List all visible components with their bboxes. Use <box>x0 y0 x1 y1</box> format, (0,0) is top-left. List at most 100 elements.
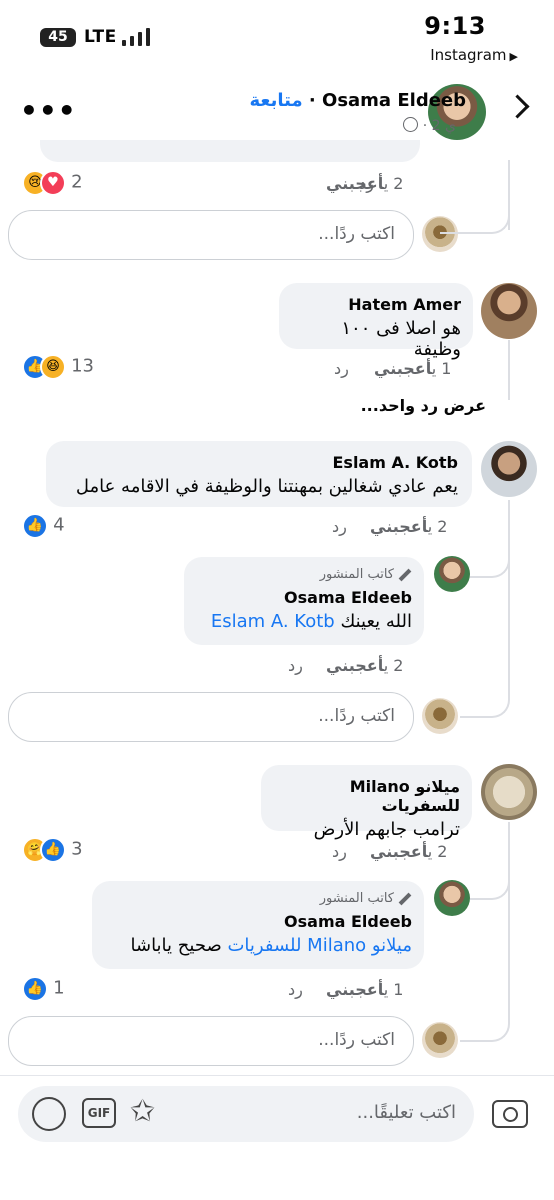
post-meta: · 2 ي <box>403 117 456 134</box>
pen-icon <box>398 892 412 905</box>
follow-button[interactable]: متابعة <box>250 90 303 111</box>
chevron-right-icon[interactable] <box>505 94 530 119</box>
comment-meta: 1 يأعجبني <box>374 359 451 378</box>
like-reaction-icon: 👍 <box>22 976 48 1002</box>
reaction-count: 4 <box>53 514 65 536</box>
more-dots-icon[interactable]: ••• <box>20 97 77 125</box>
like-reaction-icon: 👍 <box>22 513 48 539</box>
view-replies-link[interactable]: عرض رد واحد... <box>361 396 486 415</box>
like-link[interactable]: أعجبني <box>370 517 428 536</box>
thread-curve <box>470 500 510 578</box>
comment-meta: 2 يأعجبني <box>326 174 403 193</box>
header-separator: · <box>308 90 316 111</box>
reaction-summary[interactable]: 😢 ♥ 2 <box>22 170 83 196</box>
reply-bubble[interactable]: كاتب المنشور Osama Eldeeb الله يعينك Esl… <box>184 557 424 645</box>
like-link[interactable]: أعجبني <box>370 842 428 861</box>
post-author-name[interactable]: Osama Eldeeb <box>322 90 466 111</box>
reply-meta: 2 يأعجبني <box>326 656 403 675</box>
post-author-tag: كاتب المنشور <box>92 881 424 906</box>
my-avatar <box>422 1022 458 1058</box>
comment-placeholder: اكتب تعليقًا... <box>356 1102 456 1123</box>
post-author-label: كاتب المنشور <box>319 567 394 582</box>
mention-link[interactable]: Eslam A. Kotb <box>211 611 335 632</box>
thread-curve <box>470 822 510 900</box>
like-link[interactable]: أعجبني <box>374 359 432 378</box>
reply-text: الله يعينك Eslam A. Kotb <box>184 611 424 632</box>
reply-input[interactable]: اكتب ردًا... <box>8 210 414 260</box>
reply-input[interactable]: اكتب ردًا... <box>8 1016 414 1066</box>
back-app-label: Instagram <box>430 46 507 64</box>
comment-age: 2 ي <box>427 842 448 861</box>
battery-indicator: 45 <box>40 28 76 47</box>
reply-text-body: صحيح ياباشا <box>130 935 222 956</box>
pen-icon <box>398 568 412 581</box>
reply-author-avatar[interactable] <box>434 556 470 592</box>
network-type: LTE <box>84 27 117 47</box>
gif-icon[interactable]: GIF <box>82 1098 116 1128</box>
haha-reaction-icon: 😆 <box>40 354 66 380</box>
like-reaction-icon: 👍 <box>40 837 66 863</box>
like-link[interactable]: أعجبني <box>326 174 384 193</box>
reaction-summary[interactable]: 🤗 👍 3 <box>22 837 83 863</box>
reaction-summary[interactable]: 👍 😆 13 <box>22 354 94 380</box>
globe-icon <box>403 117 419 132</box>
reply-placeholder: اكتب ردًا... <box>318 224 395 244</box>
like-link[interactable]: أعجبني <box>326 656 384 675</box>
reply-link[interactable]: رد <box>288 980 303 999</box>
comment-bubble[interactable]: ميلانو Milano للسفريات ترامب جابهم الأرض <box>261 765 472 840</box>
comment-bubble[interactable]: Eslam A. Kotb يعم عادي شغالين بمهنتنا وا… <box>46 441 472 507</box>
meta-dot: · <box>422 118 428 134</box>
reaction-summary[interactable]: 👍 1 <box>22 976 65 1002</box>
camera-icon[interactable] <box>492 1100 528 1128</box>
mention-link[interactable]: ميلانو Milano للسفريات <box>227 935 412 956</box>
reply-link[interactable]: رد <box>288 656 303 675</box>
commenter-avatar[interactable] <box>481 764 537 820</box>
post-author-header: متابعة · Osama Eldeeb <box>250 90 466 111</box>
reaction-count: 13 <box>71 355 94 377</box>
reaction-count: 3 <box>71 838 83 860</box>
comment-bubble-partial[interactable] <box>40 140 420 162</box>
emoji-icon[interactable] <box>32 1097 66 1131</box>
reply-link[interactable]: رد <box>332 517 347 536</box>
comment-meta: 2 يأعجبني <box>370 517 447 536</box>
reply-bubble[interactable]: كاتب المنشور Osama Eldeeb ميلانو Milano … <box>92 881 424 969</box>
commenter-name[interactable]: ميلانو Milano للسفريات <box>261 765 472 815</box>
back-triangle-icon: ▶ <box>509 50 518 63</box>
post-age: 2 ي <box>431 118 456 134</box>
sticker-icon[interactable]: ✩ <box>130 1094 155 1129</box>
reply-author-name[interactable]: Osama Eldeeb <box>184 582 424 607</box>
reaction-count: 1 <box>53 977 65 999</box>
reply-placeholder: اكتب ردًا... <box>318 1030 395 1050</box>
thread-curve <box>460 974 510 1042</box>
thread-curve <box>460 650 510 718</box>
reaction-summary[interactable]: 👍 4 <box>22 513 65 539</box>
heart-reaction-icon: ♥ <box>40 170 66 196</box>
signal-icon <box>122 28 152 46</box>
comment-text: يعم عادي شغالين بمهنتنا والوظيفة في الاق… <box>75 476 458 497</box>
commenter-name[interactable]: Eslam A. Kotb <box>46 441 472 472</box>
commenter-avatar[interactable] <box>481 283 537 339</box>
reply-link[interactable]: رد <box>334 359 349 378</box>
comment-text: ترامب جابهم الأرض <box>313 819 460 840</box>
comment-text: هو اصلا فى ١٠٠ وظيفة <box>341 318 461 360</box>
comment-age: 1 ي <box>431 359 452 378</box>
reply-author-avatar[interactable] <box>434 880 470 916</box>
commenter-avatar[interactable] <box>481 441 537 497</box>
comment-bubble[interactable]: Hatem Amer هو اصلا فى ١٠٠ وظيفة <box>279 283 473 360</box>
reply-author-name[interactable]: Osama Eldeeb <box>92 906 424 931</box>
reply-input[interactable]: اكتب ردًا... <box>8 692 414 742</box>
comment-meta: 2 يأعجبني <box>370 842 447 861</box>
back-to-app-link[interactable]: Instagram ▶ <box>430 46 518 64</box>
thread-line <box>508 340 510 400</box>
commenter-name[interactable]: Hatem Amer <box>279 283 473 314</box>
post-author-tag: كاتب المنشور <box>184 557 424 582</box>
comment-age: 2 ي <box>427 517 448 536</box>
reply-link[interactable]: رد <box>332 842 347 861</box>
my-avatar <box>422 698 458 734</box>
like-link[interactable]: أعجبني <box>326 980 384 999</box>
reaction-count: 2 <box>71 171 83 193</box>
reply-text-body: الله يعينك <box>340 611 412 632</box>
reply-placeholder: اكتب ردًا... <box>318 706 395 726</box>
reply-age: 1 ي <box>383 980 404 999</box>
thread-curve <box>440 160 510 234</box>
